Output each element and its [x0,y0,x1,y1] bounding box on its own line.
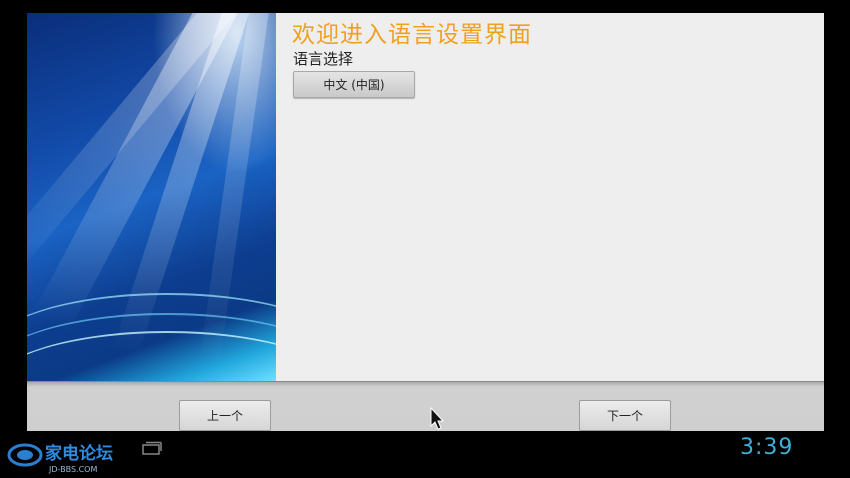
language-settings-panel: 欢迎进入语言设置界面 语言选择 中文 (中国) [276,13,824,381]
page-title: 欢迎进入语言设置界面 [292,22,532,48]
tv-screen: 欢迎进入语言设置界面 语言选择 中文 (中国) 上一个 下一个 家电论坛 JD-… [0,0,850,478]
jd-bbs-watermark-logo: 家电论坛 JD-BBS.COM [7,443,113,474]
svg-text:家电论坛: 家电论坛 [45,443,113,464]
decorative-background-panel [27,13,276,381]
system-status-bar: 家电论坛 JD-BBS.COM 3:39 [0,431,850,478]
system-clock: 3:39 [740,435,794,460]
svg-text:JD-BBS.COM: JD-BBS.COM [48,465,97,474]
recent-apps-icon[interactable] [142,441,162,455]
navigation-bar: 上一个 下一个 [27,381,824,431]
language-section-label: 语言选择 [293,50,354,68]
next-button[interactable]: 下一个 [579,400,671,431]
language-select-button[interactable]: 中文 (中国) [293,71,415,98]
mouse-pointer-icon [430,407,445,430]
previous-button[interactable]: 上一个 [179,400,271,431]
